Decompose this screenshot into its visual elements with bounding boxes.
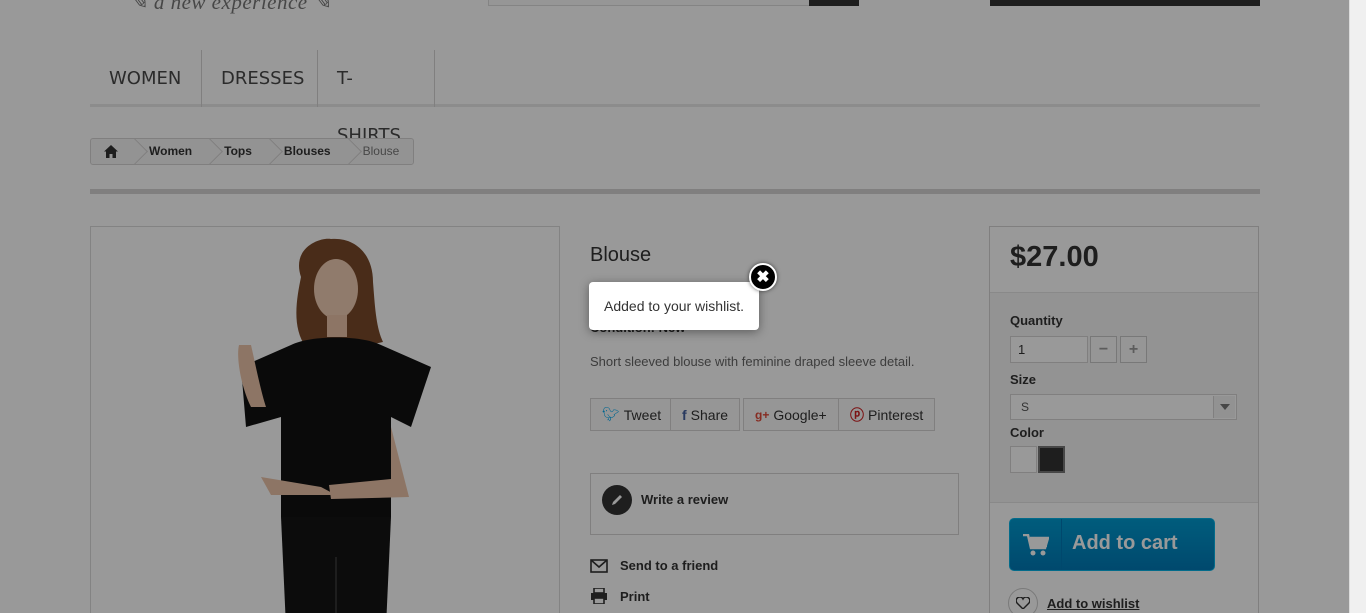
popup-message: Added to your wishlist. — [604, 298, 745, 314]
close-popup-button[interactable]: ✖ — [749, 263, 777, 291]
wishlist-popup: Added to your wishlist. — [589, 282, 759, 330]
vertical-scrollbar[interactable] — [1349, 0, 1366, 613]
close-icon: ✖ — [756, 269, 770, 286]
